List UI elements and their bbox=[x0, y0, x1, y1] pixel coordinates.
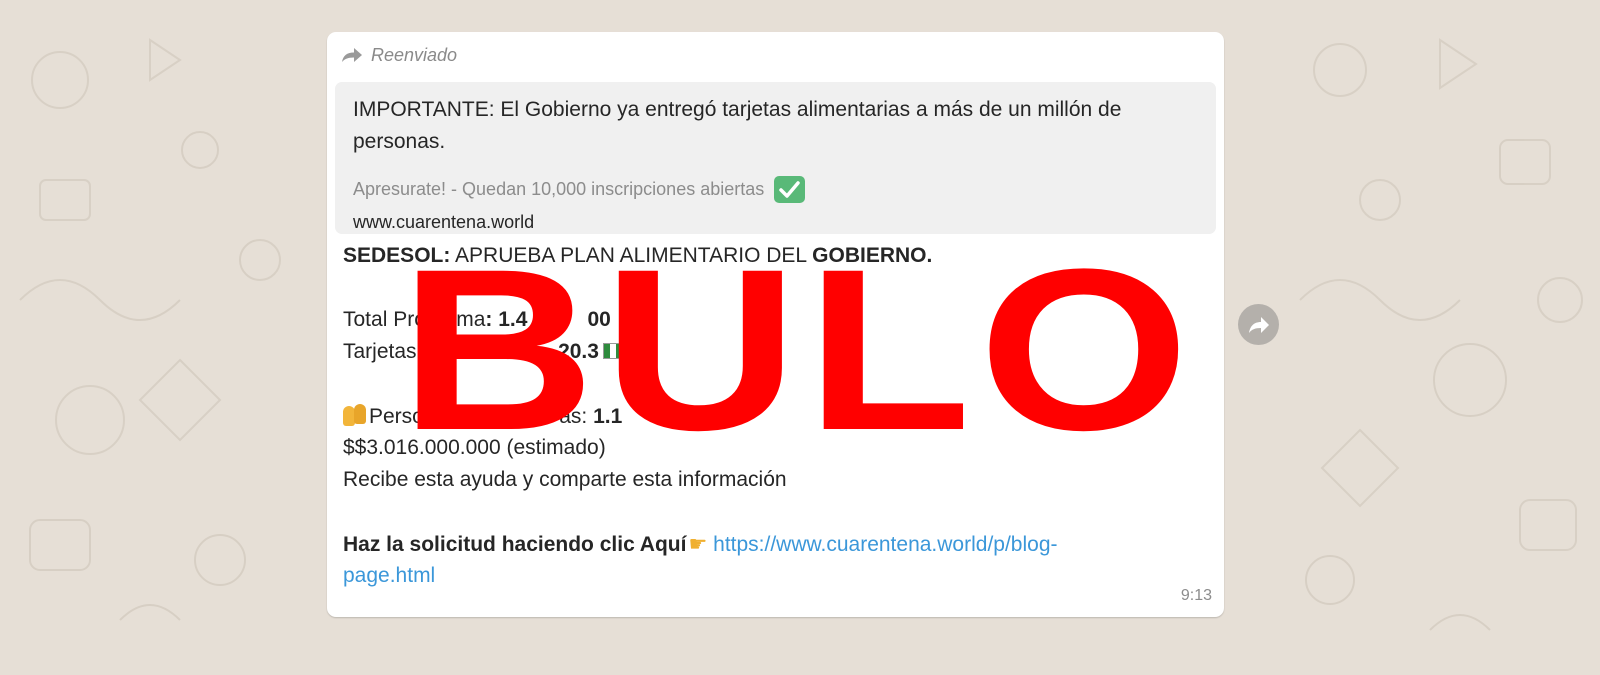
check-mark-button-icon bbox=[774, 176, 806, 203]
request-link-continued[interactable]: page.html bbox=[343, 564, 435, 587]
forwarded-label: Reenviado bbox=[371, 44, 458, 65]
share-forward-icon bbox=[1248, 316, 1269, 333]
link-preview-title: IMPORTANTE: El Gobierno ya entregó tarje… bbox=[353, 98, 1122, 153]
share-forward-button[interactable] bbox=[1238, 304, 1279, 345]
forwarded-indicator: Reenviado bbox=[341, 44, 457, 66]
request-link[interactable]: https://www.cuarentena.world/p/blog- bbox=[713, 533, 1057, 556]
bulo-stamp: BULO bbox=[399, 221, 1197, 478]
message-line-request-link-cont: page.html bbox=[343, 564, 435, 588]
request-bold-text: Haz la solicitud haciendo clic Aquí bbox=[343, 533, 687, 556]
people-emoji-icon bbox=[343, 404, 367, 426]
forward-arrow-icon bbox=[342, 48, 362, 62]
message-line-request: Haz la solicitud haciendo clic Aquí☛ htt… bbox=[343, 532, 1058, 557]
pointing-hand-icon: ☛ bbox=[688, 533, 708, 556]
message-timestamp: 9:13 bbox=[1180, 587, 1212, 604]
link-preview-description: Apresurate! - Quedan 10,000 inscripcione… bbox=[353, 179, 765, 199]
link-preview-description-row: Apresurate! - Quedan 10,000 inscripcione… bbox=[353, 176, 806, 203]
link-preview[interactable]: IMPORTANTE: El Gobierno ya entregó tarje… bbox=[335, 82, 1216, 234]
